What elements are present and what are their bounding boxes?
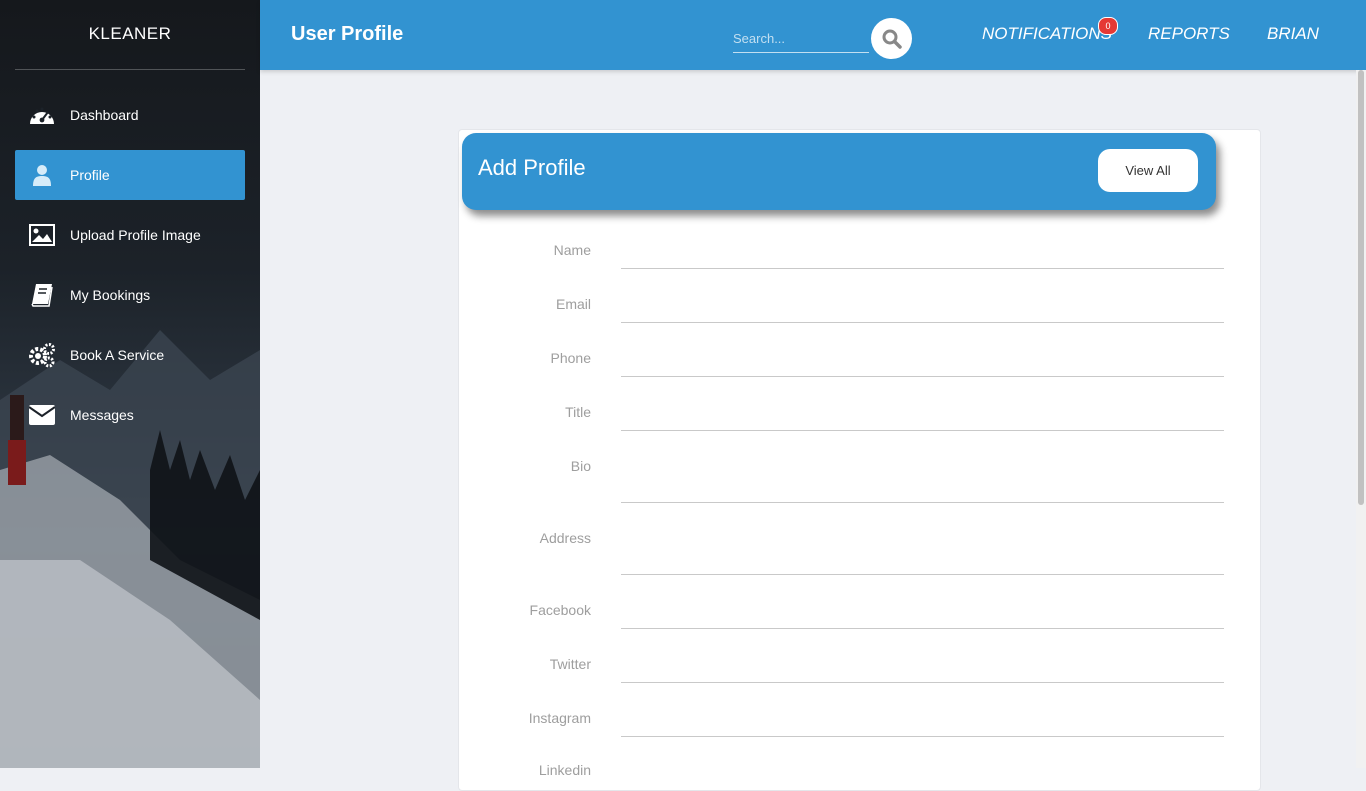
name-input[interactable] [621,268,1224,269]
reports-link[interactable]: REPORTS [1148,24,1230,44]
user-icon [28,161,56,189]
view-all-button[interactable]: View All [1098,149,1198,192]
sidebar-item-label: Book A Service [70,347,165,363]
divider [15,69,245,70]
card-title: Add Profile [478,155,586,180]
facebook-input[interactable] [621,628,1224,629]
search-input[interactable] [733,24,869,53]
image-icon [28,221,56,249]
top-header: User Profile NOTIFICATIONS 0 REPORTS BRI… [260,0,1366,70]
instagram-input[interactable] [621,736,1224,737]
sidebar-item-label: Dashboard [70,107,139,123]
dashboard-gauge-icon [28,101,56,129]
search-icon [882,29,902,49]
sidebar-item-label: Profile [70,167,110,183]
sidebar: KLEANER Dashboard Profile Upload Profile… [0,0,260,768]
sidebar-item-label: Messages [70,407,134,423]
field-label: Phone [550,350,591,366]
notification-count-badge: 0 [1098,17,1118,35]
field-label: Linkedin [538,762,591,778]
brand-logo[interactable]: KLEANER [0,24,260,44]
search-button[interactable] [871,18,912,59]
twitter-input[interactable] [621,682,1224,683]
field-label: Facebook [529,602,591,618]
title-input[interactable] [621,430,1224,431]
phone-input[interactable] [621,376,1224,377]
sidebar-item-profile[interactable]: Profile [15,150,245,200]
field-label: Instagram [528,710,591,726]
sidebar-item-my-bookings[interactable]: My Bookings [15,270,245,320]
field-label: Twitter [549,656,591,672]
field-label: Email [555,296,591,312]
sidebar-item-label: My Bookings [70,287,151,303]
book-icon [28,281,56,309]
envelope-icon [28,401,56,429]
field-label: Bio [570,458,591,474]
field-label: Address [539,530,591,546]
scrollbar-thumb[interactable] [1358,70,1364,505]
sidebar-item-upload-profile-image[interactable]: Upload Profile Image [15,210,245,260]
sidebar-item-dashboard[interactable]: Dashboard [15,90,245,140]
page-scrollbar[interactable] [1356,70,1366,768]
sidebar-item-messages[interactable]: Messages [15,390,245,440]
sidebar-item-label: Upload Profile Image [70,227,201,243]
bio-textarea[interactable] [621,502,1224,503]
notifications-link[interactable]: NOTIFICATIONS [982,24,1112,44]
address-textarea[interactable] [621,574,1224,575]
user-menu-link[interactable]: BRIAN [1267,24,1319,44]
email-input[interactable] [621,322,1224,323]
sidebar-item-book-a-service[interactable]: Book A Service [15,330,245,380]
field-label: Title [565,404,591,420]
gears-icon [28,341,56,369]
field-label: Name [553,242,591,258]
card-header: Add Profile View All [462,133,1216,210]
page-title: User Profile [291,23,404,45]
